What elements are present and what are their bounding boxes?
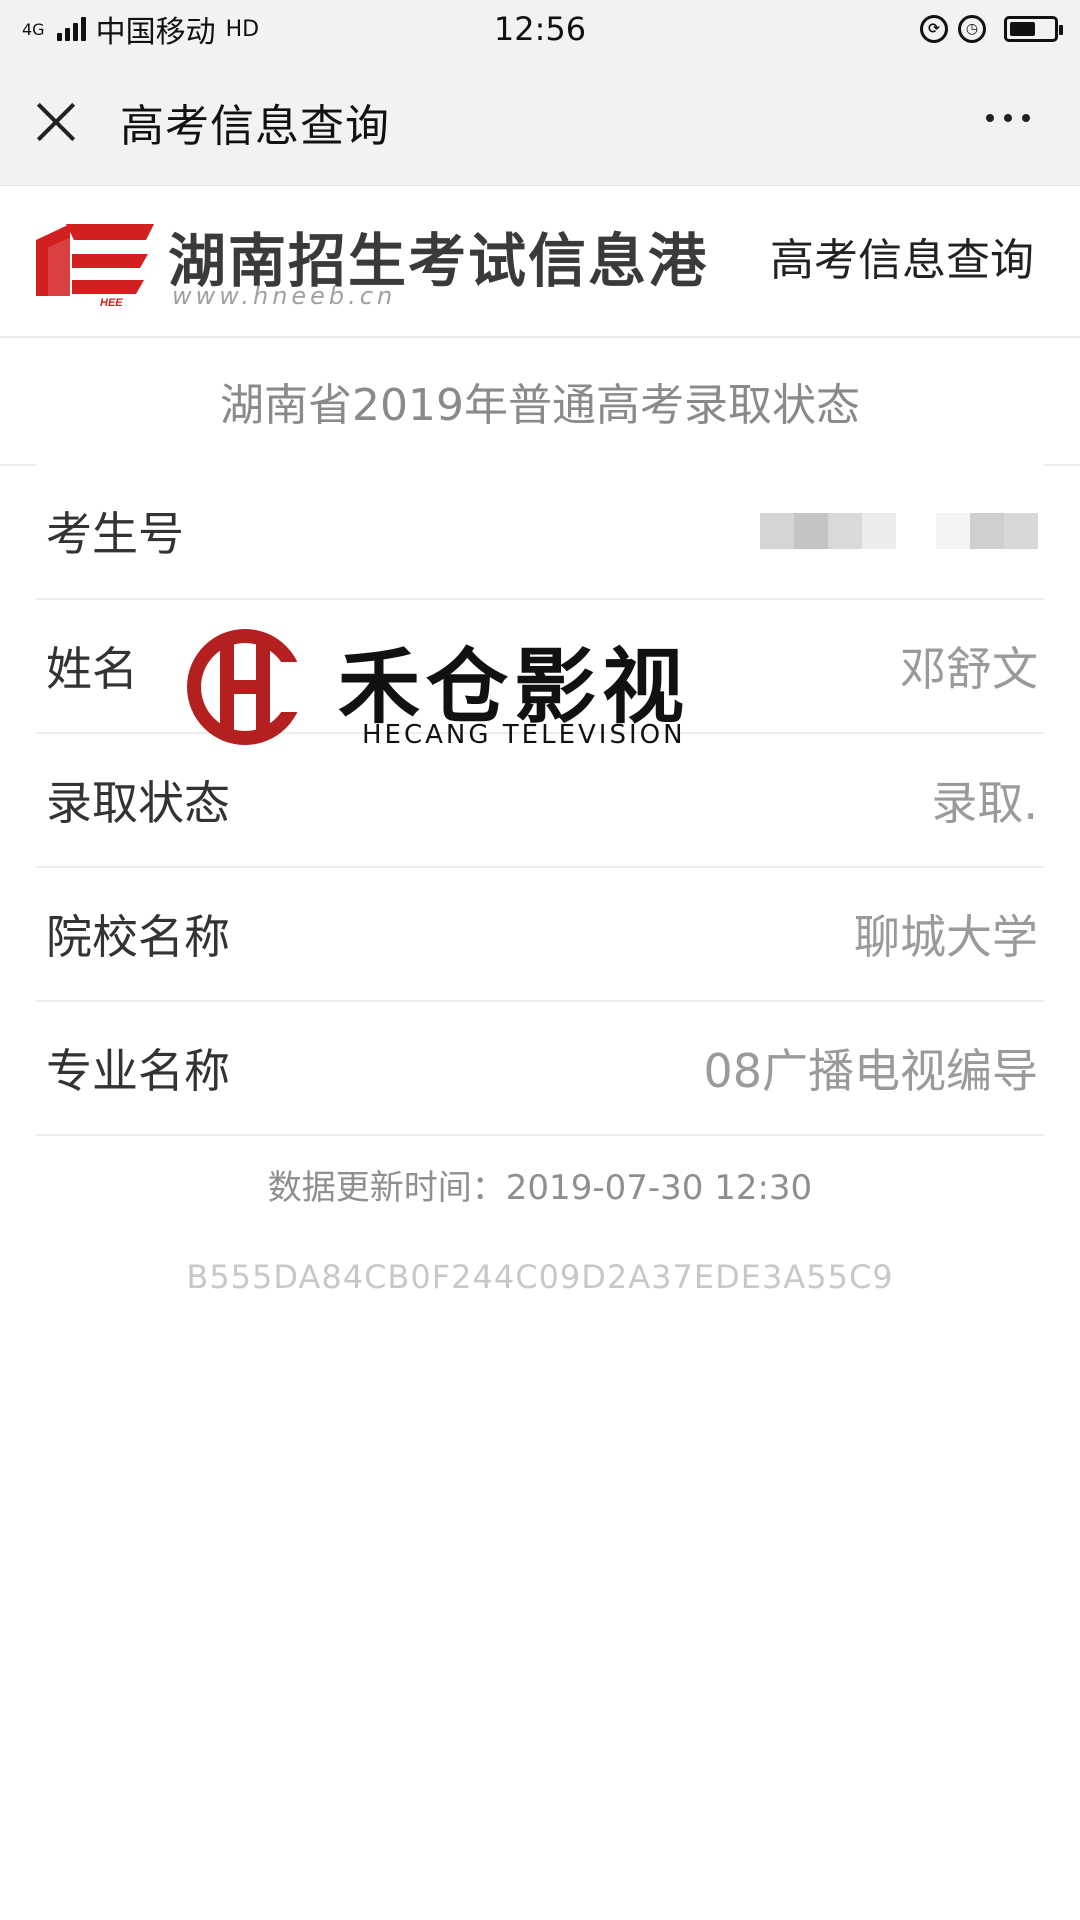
exam-number-mosaic: [760, 464, 1038, 598]
battery-icon: [1004, 16, 1063, 42]
site-header: HEE 湖南招生考试信息港 www.hneeb.cn 高考信息查询: [0, 186, 1080, 338]
signal-icon: [56, 17, 86, 41]
close-icon[interactable]: [34, 100, 78, 144]
row-label: 院校名称: [46, 910, 230, 964]
row-label: 姓名: [46, 642, 138, 696]
nav-title: 高考信息查询: [120, 100, 390, 152]
more-icon[interactable]: [986, 114, 1030, 122]
section-title: 湖南省2019年普通高考录取状态: [0, 338, 1080, 466]
row-value: 聊城大学: [854, 910, 1038, 964]
row-name: 姓名 邓舒文: [36, 600, 1044, 734]
row-label: 考生号: [46, 507, 184, 561]
hash-code: B555DA84CB0F244C09D2A37EDE3A55C9: [186, 1258, 894, 1296]
status-left: 4G 中国移动 HD: [22, 7, 259, 51]
status-right: ⟳ ◷: [920, 15, 1063, 43]
site-url: www.hneeb.cn: [172, 282, 397, 310]
status-bar: 4G 中国移动 HD 12:56 ⟳ ◷: [0, 0, 1080, 58]
row-major-name: 专业名称 08广播电视编导: [36, 1002, 1044, 1136]
row-admission-status: 录取状态 录取.: [36, 734, 1044, 868]
nav-bar: 高考信息查询: [0, 58, 1080, 186]
phone-hd-icon: HD: [226, 17, 259, 42]
header-title: 高考信息查询: [770, 235, 1034, 286]
update-time: 数据更新时间：2019-07-30 12:30: [267, 1168, 813, 1208]
alarm-icon: ◷: [958, 15, 986, 43]
rotation-lock-icon: ⟳: [920, 15, 948, 43]
row-exam-number: 考生号: [36, 464, 1044, 600]
row-value: 08广播电视编导: [703, 1044, 1038, 1098]
row-value: 录取.: [931, 776, 1038, 830]
logo-text: HEE: [100, 297, 123, 308]
info-list: 考生号 姓名 邓舒文 录取状态 录取. 院校名称 聊城大学 专业名称 08广播电…: [0, 464, 1080, 1136]
row-school-name: 院校名称 聊城大学: [36, 868, 1044, 1002]
carrier-name: 中国移动: [95, 15, 216, 50]
row-label: 录取状态: [46, 776, 230, 830]
site-logo-icon: HEE: [36, 224, 154, 308]
hd-label: HD: [225, 16, 260, 42]
row-label: 专业名称: [46, 1044, 230, 1098]
pixelated-value: [760, 513, 1038, 549]
battery-fill: [1010, 22, 1035, 36]
network-type: 4G: [22, 19, 45, 39]
row-value: 邓舒文: [900, 642, 1038, 696]
